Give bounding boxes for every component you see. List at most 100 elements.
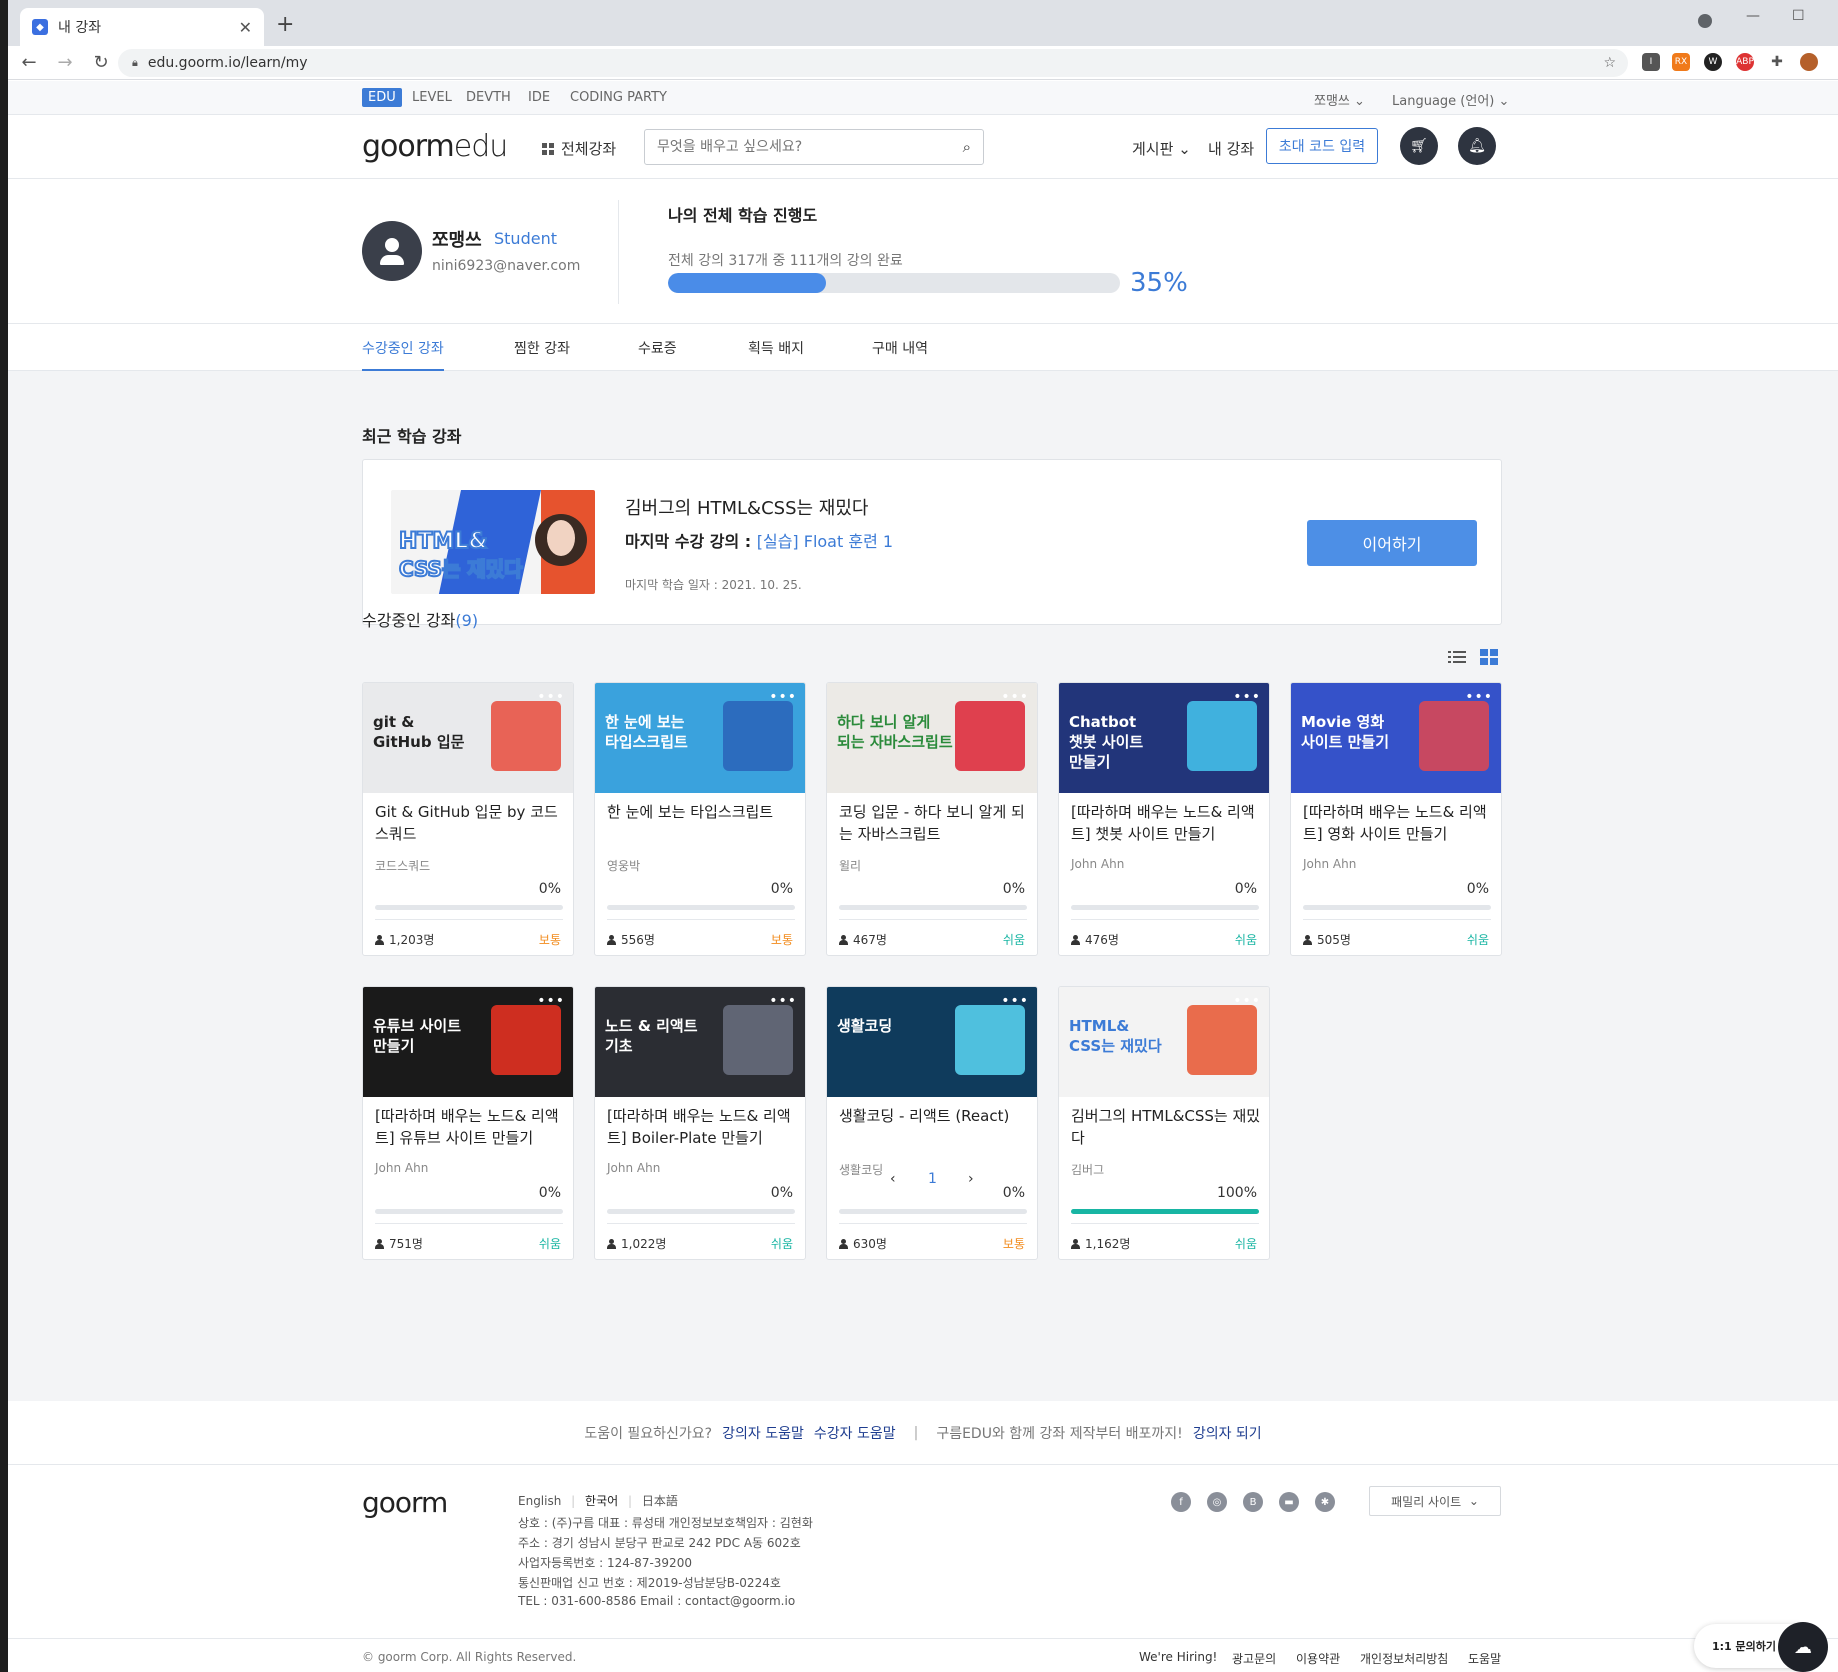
course-thumbnail[interactable]: 유튜브 사이트 만들기 ••• bbox=[363, 987, 573, 1097]
chat-icon[interactable]: ▬ bbox=[1279, 1492, 1299, 1512]
course-thumbnail[interactable]: 노드 & 리액트 기초 ••• bbox=[595, 987, 805, 1097]
lang-japanese[interactable]: 日本語 bbox=[642, 1494, 678, 1508]
course-thumbnail[interactable]: Movie 영화 사이트 만들기 ••• bbox=[1291, 683, 1501, 793]
my-courses-link[interactable]: 내 강좌 bbox=[1208, 138, 1254, 159]
extensions-puzzle-icon[interactable]: ✚ bbox=[1768, 53, 1786, 71]
profile-dropdown-icon[interactable] bbox=[1698, 14, 1712, 28]
new-tab-icon[interactable]: + bbox=[276, 12, 294, 37]
course-thumbnail[interactable]: git & GitHub 입문 ••• bbox=[363, 683, 573, 793]
account-avatar-icon[interactable] bbox=[1800, 53, 1818, 71]
tab-badges[interactable]: 획득 배지 bbox=[748, 338, 804, 358]
instagram-icon[interactable]: ◎ bbox=[1207, 1492, 1227, 1512]
last-lecture-link[interactable]: [실습] Float 훈련 1 bbox=[757, 532, 893, 551]
close-tab-icon[interactable]: ✕ bbox=[239, 18, 252, 37]
ad-inquiry-link[interactable]: 광고문의 bbox=[1232, 1650, 1276, 1667]
bell-icon[interactable]: 🔔︎ bbox=[1458, 127, 1496, 165]
course-thumbnail[interactable]: HTML& CSS는 재밌다 ••• bbox=[1059, 987, 1269, 1097]
course-title[interactable]: [따라하며 배우는 노드& 리액트] 영화 사이트 만들기 bbox=[1303, 801, 1493, 845]
back-icon[interactable]: ← bbox=[14, 52, 44, 73]
hiring-link[interactable]: We're Hiring! bbox=[1139, 1650, 1217, 1664]
course-card[interactable]: 노드 & 리액트 기초 ••• [따라하며 배우는 노드& 리액트] Boiler-P… bbox=[594, 986, 806, 1260]
language-menu[interactable]: Language (언어) ⌄ bbox=[1386, 88, 1515, 111]
lang-english[interactable]: English bbox=[518, 1494, 561, 1508]
course-card[interactable]: Chatbot 챗봇 사이트 만들기 ••• [따라하며 배우는 노드& 리액트] 챗봇… bbox=[1058, 682, 1270, 956]
reload-icon[interactable]: ↻ bbox=[86, 52, 116, 73]
course-thumbnail[interactable]: Chatbot 챗봇 사이트 만들기 ••• bbox=[1059, 683, 1269, 793]
user-menu[interactable]: 쪼맹쓰 ⌄ bbox=[1308, 88, 1371, 111]
course-title[interactable]: [따라하며 배우는 노드& 리액트] Boiler-Plate 만들기 bbox=[607, 1105, 797, 1149]
course-title[interactable]: 생활코딩 - 리액트 (React) bbox=[839, 1105, 1029, 1127]
instructor-help-link[interactable]: 강의자 도움말 bbox=[722, 1423, 804, 1443]
extension-icon[interactable]: RX bbox=[1672, 53, 1690, 71]
terms-link[interactable]: 이용약관 bbox=[1296, 1650, 1340, 1667]
course-card[interactable]: Movie 영화 사이트 만들기 ••• [따라하며 배우는 노드& 리액트] 영화 … bbox=[1290, 682, 1502, 956]
student-help-link[interactable]: 수강자 도움말 bbox=[814, 1423, 896, 1443]
course-title[interactable]: [따라하며 배우는 노드& 리액트] 챗봇 사이트 만들기 bbox=[1071, 801, 1261, 845]
tab-wishlist[interactable]: 찜한 강좌 bbox=[514, 338, 570, 358]
search-icon[interactable]: ⌕ bbox=[963, 138, 971, 156]
adblock-extension-icon[interactable]: ABP bbox=[1736, 53, 1754, 71]
facebook-icon[interactable]: f bbox=[1171, 1492, 1191, 1512]
cart-icon[interactable]: 🛒︎ bbox=[1400, 127, 1438, 165]
maximize-icon[interactable]: ☐ bbox=[1792, 8, 1805, 24]
lang-korean[interactable]: 한국어 bbox=[585, 1494, 618, 1508]
list-view-icon[interactable] bbox=[1448, 649, 1466, 665]
course-title[interactable]: 김버그의 HTML&CSS는 재밌다 bbox=[1071, 1105, 1261, 1149]
slack-icon[interactable]: ✱ bbox=[1315, 1492, 1335, 1512]
more-options-icon[interactable]: ••• bbox=[1001, 993, 1029, 1009]
course-thumbnail[interactable]: 하다 보니 알게 되는 자바스크립트 ••• bbox=[827, 683, 1037, 793]
more-options-icon[interactable]: ••• bbox=[769, 689, 797, 705]
service-ide[interactable]: IDE bbox=[522, 88, 556, 107]
blog-icon[interactable]: B bbox=[1243, 1492, 1263, 1512]
course-thumbnail[interactable]: 한 눈에 보는 타입스크립트 ••• bbox=[595, 683, 805, 793]
minimize-icon[interactable]: — bbox=[1746, 8, 1760, 24]
course-card[interactable]: 생활코딩 ••• 생활코딩 - 리액트 (React) 생활코딩 0% 630명 보통 bbox=[826, 986, 1038, 1260]
tab-certificates[interactable]: 수료증 bbox=[638, 338, 677, 358]
tab-enrolled[interactable]: 수강중인 강좌 bbox=[362, 338, 444, 371]
privacy-link[interactable]: 개인정보처리방침 bbox=[1360, 1650, 1448, 1667]
course-title[interactable]: 코딩 입문 - 하다 보니 알게 되는 자바스크립트 bbox=[839, 801, 1029, 845]
course-card[interactable]: git & GitHub 입문 ••• Git & GitHub 입문 by 코드스쿼… bbox=[362, 682, 574, 956]
more-options-icon[interactable]: ••• bbox=[769, 993, 797, 1009]
chat-cloud-icon[interactable]: ☁ bbox=[1778, 1622, 1828, 1672]
recent-course-title[interactable]: 김버그의 HTML&CSS는 재밌다 bbox=[625, 494, 868, 520]
tab-purchases[interactable]: 구매 내역 bbox=[872, 338, 928, 358]
service-devth[interactable]: DEVTH bbox=[460, 88, 517, 107]
extension-icon[interactable]: I bbox=[1642, 53, 1660, 71]
course-card[interactable]: HTML& CSS는 재밌다 ••• 김버그의 HTML&CSS는 재밌다 김버그 100… bbox=[1058, 986, 1270, 1260]
more-options-icon[interactable]: ••• bbox=[1465, 689, 1493, 705]
goorm-footer-logo[interactable]: goorm bbox=[362, 1486, 448, 1519]
browser-tab[interactable]: ◆ 내 강좌 ✕ bbox=[20, 8, 264, 46]
service-edu[interactable]: EDU bbox=[362, 88, 402, 107]
course-card[interactable]: 유튜브 사이트 만들기 ••• [따라하며 배우는 노드& 리액트] 유튜브 사이트 … bbox=[362, 986, 574, 1260]
course-thumbnail[interactable]: 생활코딩 ••• bbox=[827, 987, 1037, 1097]
search-input[interactable] bbox=[657, 139, 963, 155]
page-number[interactable]: 1 bbox=[928, 1171, 937, 1187]
course-title[interactable]: [따라하며 배우는 노드& 리액트] 유튜브 사이트 만들기 bbox=[375, 1105, 565, 1149]
more-options-icon[interactable]: ••• bbox=[537, 689, 565, 705]
recent-course-thumbnail[interactable]: HTML& CSS는 재밌다 bbox=[391, 490, 595, 594]
prev-page-icon[interactable]: ‹ bbox=[890, 1171, 896, 1187]
invite-code-button[interactable]: 초대 코드 입력 bbox=[1266, 128, 1378, 164]
course-title[interactable]: Git & GitHub 입문 by 코드스쿼드 bbox=[375, 801, 565, 845]
goormedu-logo[interactable]: goormedu bbox=[362, 129, 508, 164]
extension-icon[interactable]: W bbox=[1704, 53, 1722, 71]
more-options-icon[interactable]: ••• bbox=[1233, 993, 1261, 1009]
more-options-icon[interactable]: ••• bbox=[537, 993, 565, 1009]
address-bar[interactable]: 🔒︎ edu.goorm.io/learn/my ☆ bbox=[118, 49, 1628, 77]
help-link[interactable]: 도움말 bbox=[1468, 1650, 1501, 1667]
continue-button[interactable]: 이어하기 bbox=[1307, 520, 1477, 566]
course-title[interactable]: 한 눈에 보는 타입스크립트 bbox=[607, 801, 797, 823]
board-menu[interactable]: 게시판 ⌄ bbox=[1132, 138, 1191, 159]
course-card[interactable]: 한 눈에 보는 타입스크립트 ••• 한 눈에 보는 타입스크립트 영웅박 0% 556명 보… bbox=[594, 682, 806, 956]
forward-icon[interactable]: → bbox=[50, 52, 80, 73]
bookmark-star-icon[interactable]: ☆ bbox=[1603, 55, 1616, 71]
service-coding-party[interactable]: CODING PARTY bbox=[564, 88, 673, 107]
all-courses-button[interactable]: 전체강좌 bbox=[542, 138, 616, 159]
next-page-icon[interactable]: › bbox=[968, 1171, 974, 1187]
become-instructor-link[interactable]: 강의자 되기 bbox=[1193, 1423, 1262, 1443]
more-options-icon[interactable]: ••• bbox=[1001, 689, 1029, 705]
more-options-icon[interactable]: ••• bbox=[1233, 689, 1261, 705]
service-level[interactable]: LEVEL bbox=[406, 88, 458, 107]
family-site-select[interactable]: 패밀리 사이트 ⌄ bbox=[1369, 1486, 1501, 1516]
